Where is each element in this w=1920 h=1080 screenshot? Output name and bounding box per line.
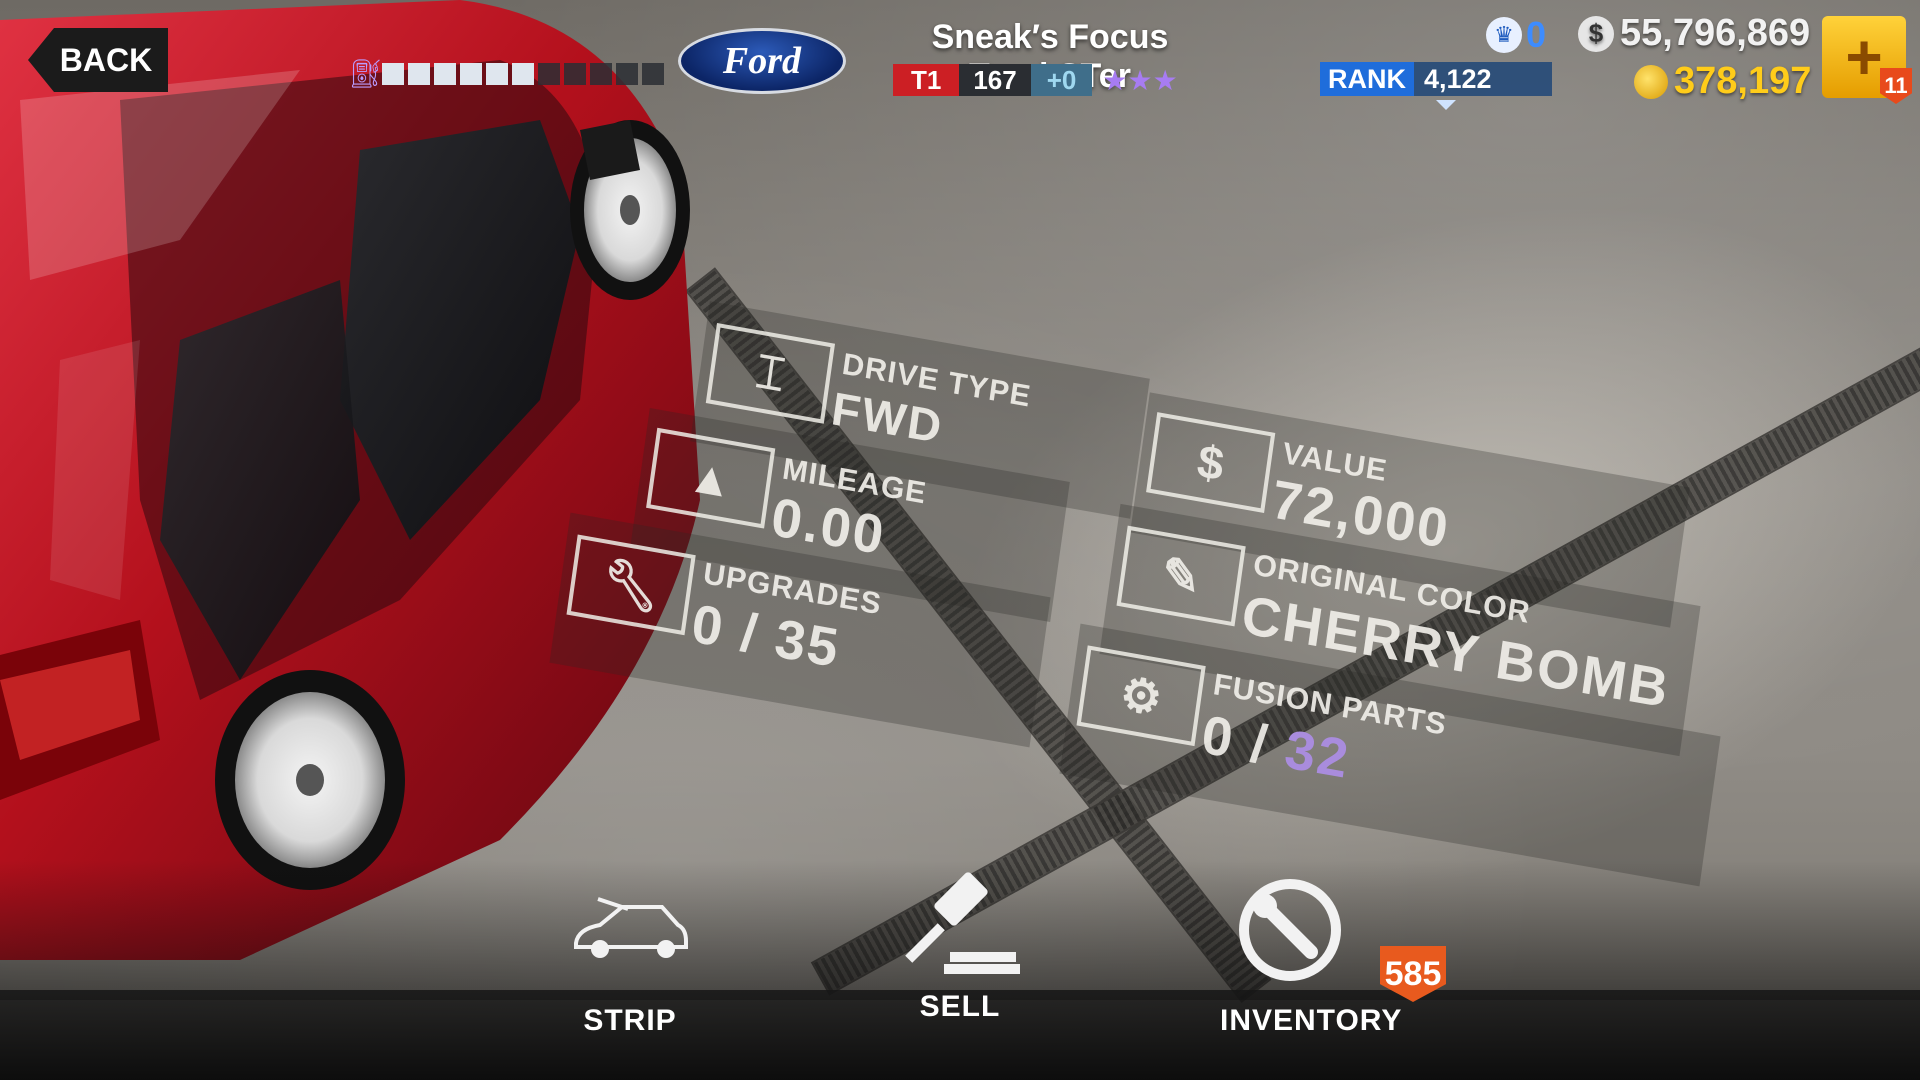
crown-icon: ♛ xyxy=(1486,17,1522,53)
star-icon: ★★★ xyxy=(1102,64,1178,96)
boost-value: +0 xyxy=(1030,64,1093,96)
ford-logo: Ford xyxy=(678,28,846,94)
inventory-button[interactable]: INVENTORY xyxy=(1220,879,1403,1038)
performance-points: 167 xyxy=(959,64,1031,96)
fuel-segment xyxy=(486,63,508,85)
fuel-gauge: ⛽︎ xyxy=(348,58,664,90)
gold-counter: 378,197 xyxy=(1634,60,1811,103)
crown-counter: ♛ 0 xyxy=(1486,14,1546,56)
fuel-segments xyxy=(382,63,664,85)
car-meta: T1 167 +0 ★★★ xyxy=(893,64,1178,96)
inventory-wrench-icon xyxy=(1220,879,1360,981)
strip-button[interactable]: STRIP xyxy=(560,880,700,1038)
car-strip-icon xyxy=(560,880,700,980)
cash-icon: $ xyxy=(1578,15,1614,52)
car-image xyxy=(0,0,700,960)
cash-counter: $ 55,796,869 xyxy=(1578,12,1810,55)
rank-bar[interactable]: RANK 4,122 xyxy=(1320,62,1552,96)
fuel-segment xyxy=(460,63,482,85)
gold-icon xyxy=(1634,64,1668,99)
fuel-segment xyxy=(538,63,560,85)
gavel-icon xyxy=(890,865,1030,980)
fuel-segment xyxy=(408,63,430,85)
tier-badge: T1 xyxy=(893,64,960,96)
fuel-segment xyxy=(564,63,586,85)
fuel-icon: ⛽︎ xyxy=(348,58,384,89)
fuel-segment xyxy=(616,63,638,85)
cash-value: 55,796,869 xyxy=(1620,12,1811,54)
sell-button[interactable]: SELL xyxy=(890,865,1030,1024)
fuel-segment xyxy=(590,63,612,85)
gold-value: 378,197 xyxy=(1674,60,1812,102)
crown-count: 0 xyxy=(1526,14,1547,55)
fuel-segment xyxy=(382,63,404,85)
strip-label: STRIP xyxy=(583,1004,677,1037)
wheel xyxy=(215,670,405,890)
rank-value: 4,122 xyxy=(1424,63,1492,94)
chevron-down-icon[interactable] xyxy=(1436,100,1456,110)
back-button[interactable]: BACK xyxy=(28,28,168,92)
fuel-segment xyxy=(512,63,534,85)
plus-icon: + xyxy=(1845,21,1883,93)
fuel-segment xyxy=(434,63,456,85)
inventory-label: INVENTORY xyxy=(1220,1004,1403,1037)
sell-label: SELL xyxy=(919,990,1001,1023)
fuel-segment xyxy=(642,63,664,85)
rank-label: RANK xyxy=(1320,62,1414,96)
